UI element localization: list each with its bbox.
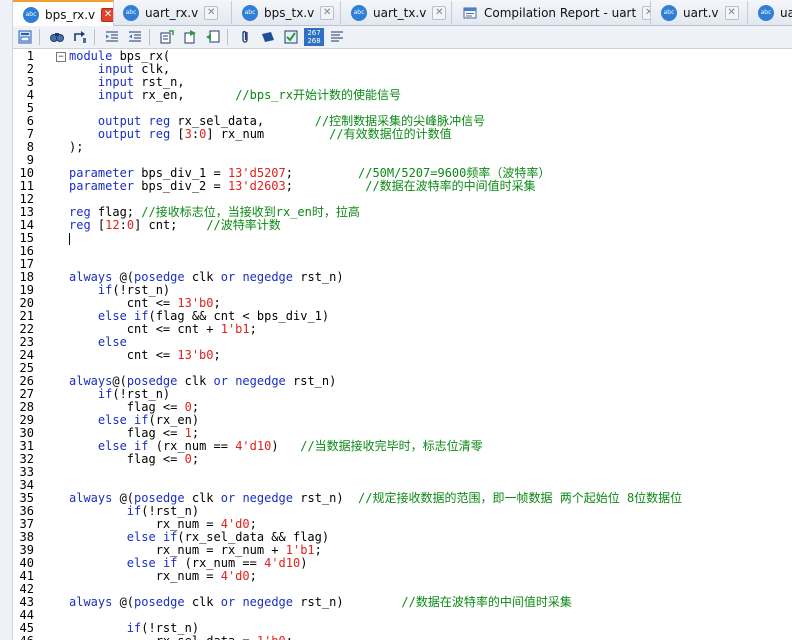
- text-caret: [69, 233, 70, 245]
- code-line[interactable]: 4 input rx_en, //bps_rx开始计数的使能信号: [12, 89, 792, 102]
- line-number-toggle-icon[interactable]: 267 268: [304, 28, 324, 46]
- code-text: output reg [3:0] rx_num //有效数据位的计数值: [97, 127, 452, 141]
- verilog-file-icon: abc: [242, 4, 258, 21]
- tab-label: bps_rx.v: [45, 7, 96, 22]
- code-line[interactable]: 43 always @(posedge clk or negedge rst_n)…: [12, 596, 792, 609]
- code-line[interactable]: 32 flag <= 0;: [12, 453, 792, 466]
- tab-uart-tx[interactable]: abc uart_tx.v ✕: [341, 1, 452, 24]
- tab-uart-rx[interactable]: abc uart_rx.v ✕: [113, 1, 232, 24]
- code-line[interactable]: 33: [12, 466, 792, 479]
- toolbar-separator: [227, 29, 228, 45]
- code-text: );: [69, 140, 84, 154]
- toolbar-separator: [39, 29, 40, 45]
- tab-bps-tx[interactable]: abc bps_tx.v ✕: [232, 1, 341, 24]
- tab-label: Compilation Report - uart: [484, 5, 637, 20]
- line-number: 46: [12, 635, 34, 640]
- bookmark-icon[interactable]: [258, 27, 278, 47]
- close-icon[interactable]: ✕: [724, 5, 739, 20]
- code-line[interactable]: 7 output reg [3:0] rx_num //有效数据位的计数值: [12, 128, 792, 141]
- code-line[interactable]: 46 rx_sel_data = 1'b0;: [12, 635, 792, 640]
- code-text: cnt <= 13'b0;: [69, 348, 221, 362]
- close-icon[interactable]: ✕: [320, 5, 335, 20]
- code-line[interactable]: 41 rx_num = 4'd0;: [12, 570, 792, 583]
- code-text: input rx_en, //bps_rx开始计数的使能信号: [97, 88, 401, 102]
- insert-template-icon[interactable]: [157, 27, 177, 47]
- code-text: parameter bps_div_2 = 13'd2603; //数据在波特率…: [69, 179, 536, 193]
- indent-icon[interactable]: [102, 27, 122, 47]
- new-file-arrow-icon[interactable]: [180, 27, 200, 47]
- verilog-file-icon: abc: [23, 6, 39, 23]
- align-text-icon[interactable]: [327, 27, 347, 47]
- find-icon[interactable]: [47, 27, 67, 47]
- find-next-icon[interactable]: [70, 27, 90, 47]
- tab-uart[interactable]: abc uart.v ✕: [651, 1, 748, 24]
- code-line[interactable]: 16: [12, 245, 792, 258]
- unindent-icon[interactable]: [125, 27, 145, 47]
- close-icon[interactable]: ✕: [204, 5, 219, 20]
- tab-overflow[interactable]: abc uar: [748, 1, 792, 24]
- verilog-file-icon: abc: [351, 4, 367, 21]
- left-edge-panel: [0, 0, 13, 640]
- check-syntax-icon[interactable]: [281, 27, 301, 47]
- attach-icon[interactable]: [235, 27, 255, 47]
- verilog-file-icon: abc: [661, 4, 677, 21]
- code-editor[interactable]: − 1 module bps_rx(2 input clk, 3 input rst…: [12, 49, 792, 640]
- tab-label: uart.v: [683, 5, 719, 20]
- verilog-file-icon: abc: [123, 4, 139, 21]
- editor-toolbar: 267 268: [12, 26, 792, 49]
- toolbar-separator: [149, 29, 150, 45]
- code-text: rx_num = 4'd0;: [69, 569, 257, 583]
- open-file-icon[interactable]: [15, 27, 35, 47]
- code-line[interactable]: 15: [12, 232, 792, 245]
- tab-compilation-report[interactable]: Compilation Report - uart ✕: [452, 1, 651, 24]
- code-line[interactable]: 22 cnt <= cnt + 1'b1;: [12, 323, 792, 336]
- close-icon[interactable]: ✕: [432, 5, 447, 20]
- code-text: rx_sel_data = 1'b0;: [69, 635, 293, 640]
- code-line[interactable]: 14 reg [12:0] cnt; //波特率计数: [12, 219, 792, 232]
- code-text: always @(posedge clk or negedge rst_n) /…: [69, 595, 572, 609]
- code-line[interactable]: 8);: [12, 141, 792, 154]
- tab-label: uar: [780, 5, 792, 20]
- verilog-file-icon: abc: [758, 4, 774, 21]
- code-text: flag <= 0;: [69, 452, 200, 466]
- editor-tab-bar: abc bps_rx.v ✕ abc uart_rx.v ✕ abc bps_t…: [0, 0, 792, 27]
- close-icon[interactable]: ✕: [642, 5, 650, 20]
- tab-bps-rx[interactable]: abc bps_rx.v ✕: [12, 0, 114, 27]
- toolbar-separator: [94, 29, 95, 45]
- tab-label: uart_rx.v: [145, 5, 199, 20]
- move-document-icon[interactable]: [203, 27, 223, 47]
- code-line[interactable]: 11 parameter bps_div_2 = 13'd2603; //数据在波…: [12, 180, 792, 193]
- report-icon: [462, 5, 478, 21]
- tab-label: bps_tx.v: [264, 5, 315, 20]
- code-text: reg [12:0] cnt; //波特率计数: [69, 218, 281, 232]
- tab-label: uart_tx.v: [373, 5, 427, 20]
- code-line[interactable]: 24 cnt <= 13'b0;: [12, 349, 792, 362]
